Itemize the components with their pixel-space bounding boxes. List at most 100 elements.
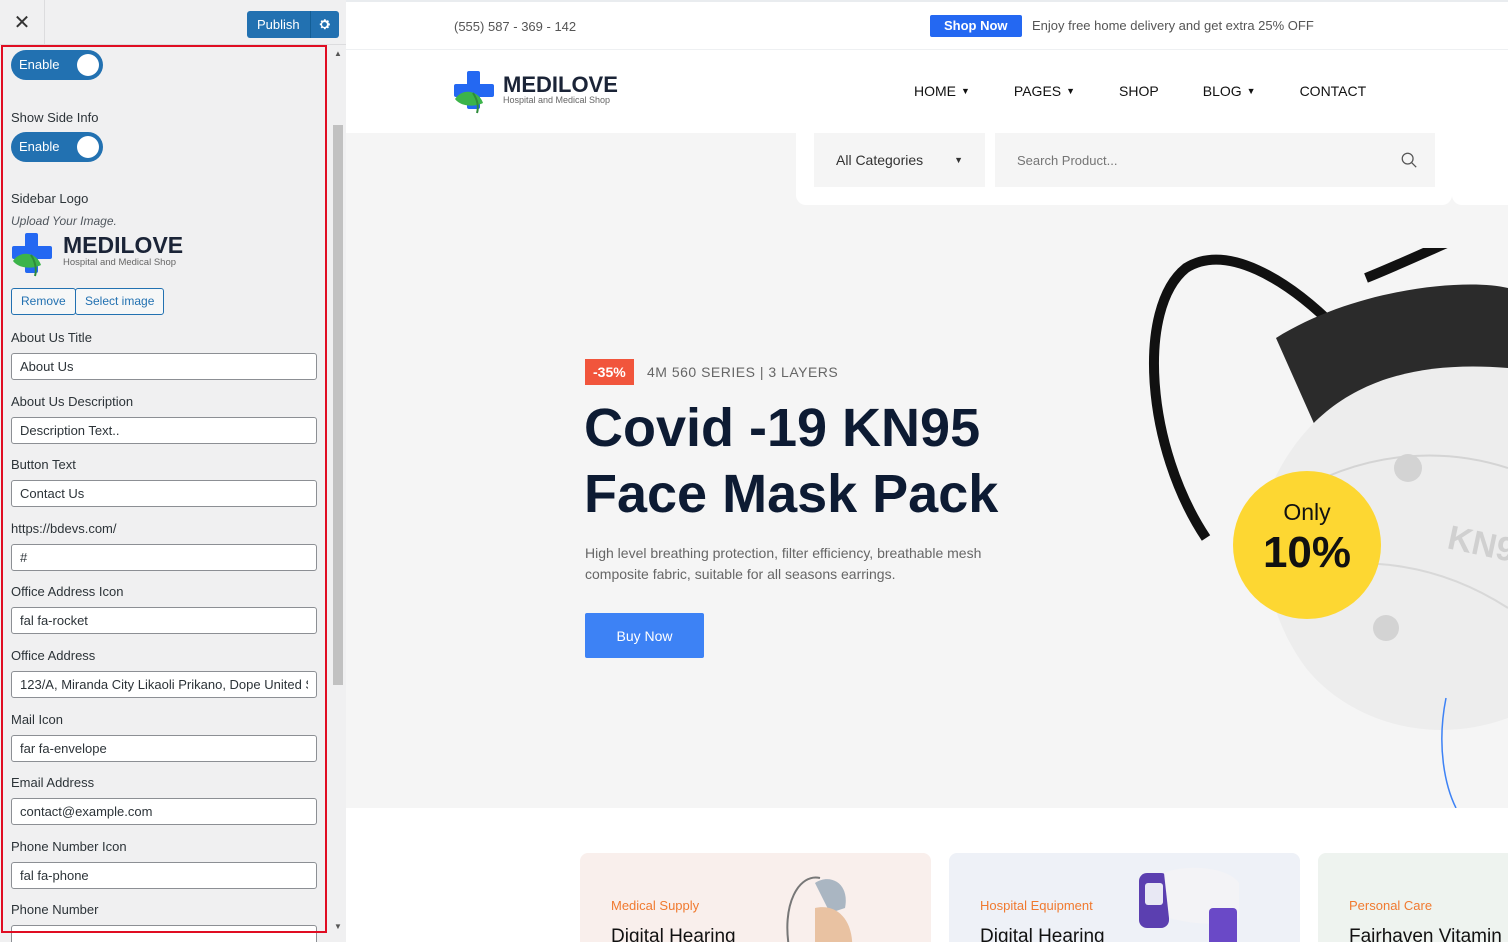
search-bar-extension	[1452, 133, 1508, 205]
show-side-info-toggle[interactable]: Enable	[11, 132, 103, 162]
brand-name-text: MEDILOVE	[503, 72, 618, 97]
hero-title: Covid -19 KN95 Face Mask Pack	[584, 395, 1084, 527]
field-input-mail-icon[interactable]	[11, 734, 317, 762]
topbar-promo-text: Enjoy free home delivery and get extra 2…	[1032, 18, 1314, 33]
field-input-office-address-icon[interactable]	[11, 607, 317, 635]
customizer-header: ✕ Publish	[0, 0, 346, 45]
field-label: Phone Number Icon	[11, 838, 127, 854]
main-nav: HOME ▼ PAGES ▼ SHOP BLOG ▼ CONTACT	[914, 83, 1410, 99]
show-side-info-field: Show Side Info	[11, 110, 317, 125]
topbar: (555) 587 - 369 - 142 Shop Now Enjoy fre…	[346, 0, 1508, 50]
card-category[interactable]: Medical Supply	[611, 898, 699, 913]
scroll-up-icon[interactable]: ▲	[330, 45, 346, 61]
scroll-down-icon[interactable]: ▼	[330, 918, 346, 934]
select-image-button[interactable]: Select image	[75, 288, 165, 315]
brand-tagline-text: Hospital and Medical Shop	[503, 95, 610, 105]
nav-item-label: PAGES	[1013, 83, 1062, 99]
scrollbar-thumb[interactable]	[333, 125, 343, 685]
field-input-phone-number-icon[interactable]	[11, 861, 317, 889]
category-card[interactable]: Medical Supply Digital Hearing	[580, 853, 931, 942]
site-logo[interactable]: MEDILOVE Hospital and Medical Shop	[453, 70, 633, 114]
category-card[interactable]: Personal Care Fairhaven Vitamin	[1318, 853, 1508, 942]
field-office-address-icon: Office Address Icon	[11, 584, 317, 635]
nav-item-label: CONTACT	[1299, 83, 1367, 99]
field-input-office-address[interactable]	[11, 671, 317, 698]
field-phone-number: Phone Number	[11, 902, 317, 942]
field-label: Button Text	[11, 457, 76, 473]
customizer-scroll-area[interactable]: Enable Show Side Info Enable Sidebar Log…	[0, 45, 330, 942]
field-mail-icon: Mail Icon	[11, 712, 317, 762]
card-title[interactable]: Digital Hearing	[980, 926, 1105, 942]
field-input-https-bdevs-com[interactable]	[11, 543, 317, 571]
card-category[interactable]: Personal Care	[1349, 898, 1432, 913]
nav-item-contact[interactable]: CONTACT	[1300, 83, 1367, 99]
field-https-bdevs-com: https://bdevs.com/	[11, 521, 317, 571]
hero-description: High level breathing protection, filter …	[585, 545, 982, 582]
caret-down-icon: ▼	[1066, 86, 1076, 96]
category-cards: Medical Supply Digital Hearing Hospital Eq…	[346, 808, 1508, 942]
field-label: Email Address	[11, 775, 95, 791]
customizer-body: Enable Show Side Info Enable Sidebar Log…	[0, 45, 346, 942]
category-select[interactable]: All Categories ▼	[814, 133, 985, 187]
nav-item-shop[interactable]: SHOP	[1119, 83, 1159, 99]
show-side-info-label: Show Side Info	[11, 110, 99, 125]
buy-now-button[interactable]: Buy Now	[585, 613, 704, 658]
publish-button[interactable]: Publish	[247, 11, 311, 38]
logo-tagline-text: Hospital and Medical Shop	[63, 257, 176, 268]
field-label: Mail Icon	[11, 711, 64, 727]
publish-button-group: Publish	[247, 11, 339, 38]
card-title[interactable]: Digital Hearing	[611, 926, 736, 942]
sidebar-logo-preview: MEDILOVE Hospital and Medical Shop	[11, 231, 191, 277]
gear-icon	[319, 19, 331, 30]
show-side-info-toggle-label: Enable	[19, 139, 60, 154]
field-label: Office Address	[11, 648, 96, 663]
publish-settings-button[interactable]	[310, 11, 339, 38]
field-label: https://bdevs.com/	[11, 520, 117, 536]
field-input-button-text[interactable]	[11, 480, 317, 508]
caret-down-icon: ▼	[1246, 86, 1256, 96]
customizer-scrollbar[interactable]: ▲ ▼	[330, 45, 346, 942]
field-label: About Us Title	[11, 330, 92, 345]
upload-hint: Upload Your Image.	[11, 214, 117, 228]
nav-item-pages[interactable]: PAGES ▼	[1014, 83, 1075, 99]
shop-now-button[interactable]: Shop Now	[930, 15, 1022, 37]
nav-item-home[interactable]: HOME ▼	[914, 83, 970, 99]
field-input-about-us-title[interactable]	[11, 353, 317, 380]
hero-title-line1: Covid -19 KN95	[584, 398, 981, 458]
search-input[interactable]	[995, 133, 1435, 187]
promo-circle: Only 10%	[1233, 471, 1381, 619]
field-about-us-description: About Us Description	[11, 394, 317, 444]
field-label: Phone Number	[11, 902, 99, 918]
card-category[interactable]: Hospital Equipment	[980, 898, 1093, 913]
card-title[interactable]: Fairhaven Vitamin	[1349, 926, 1502, 942]
close-button[interactable]: ✕	[0, 0, 45, 45]
nav-item-label: HOME	[914, 83, 956, 99]
topbar-phone[interactable]: (555) 587 - 369 - 142	[454, 19, 576, 34]
sidebar-logo-label: Sidebar Logo	[11, 191, 89, 206]
close-icon: ✕	[13, 12, 31, 34]
discount-badge: -35%	[585, 359, 634, 385]
navbar: MEDILOVE Hospital and Medical Shop HOME ▼…	[346, 50, 1508, 133]
category-select-value: All Categories	[836, 152, 924, 168]
field-about-us-title: About Us Title	[11, 330, 317, 380]
customizer-panel: ✕ Publish Enable Show Side Info Enable S…	[0, 0, 346, 942]
caret-down-icon: ▼	[954, 155, 963, 165]
medilove-logo-icon: MEDILOVE Hospital and Medical Shop	[454, 71, 618, 114]
toggle-knob	[77, 54, 99, 76]
hearing-aid-image	[786, 876, 853, 942]
search-bar: All Categories ▼	[796, 133, 1452, 205]
nav-item-blog[interactable]: BLOG ▼	[1203, 83, 1256, 99]
field-input-phone-number[interactable]	[11, 925, 317, 942]
field-email-address: Email Address	[11, 775, 317, 826]
hero-section: All Categories ▼ -35% 4M 560 SERIES | 3 …	[346, 133, 1508, 808]
remove-image-button[interactable]: Remove	[11, 288, 76, 315]
field-input-email-address[interactable]	[11, 798, 317, 826]
caret-down-icon: ▼	[961, 86, 970, 96]
field-input-about-us-description[interactable]	[11, 416, 317, 444]
category-card[interactable]: Hospital Equipment Digital Hearing	[949, 853, 1300, 942]
enable-toggle[interactable]: Enable	[11, 50, 103, 80]
field-phone-number-icon: Phone Number Icon	[11, 839, 317, 889]
field-office-address: Office Address	[11, 648, 317, 698]
search-icon[interactable]	[1400, 151, 1418, 169]
enable-toggle-label: Enable	[19, 57, 60, 72]
